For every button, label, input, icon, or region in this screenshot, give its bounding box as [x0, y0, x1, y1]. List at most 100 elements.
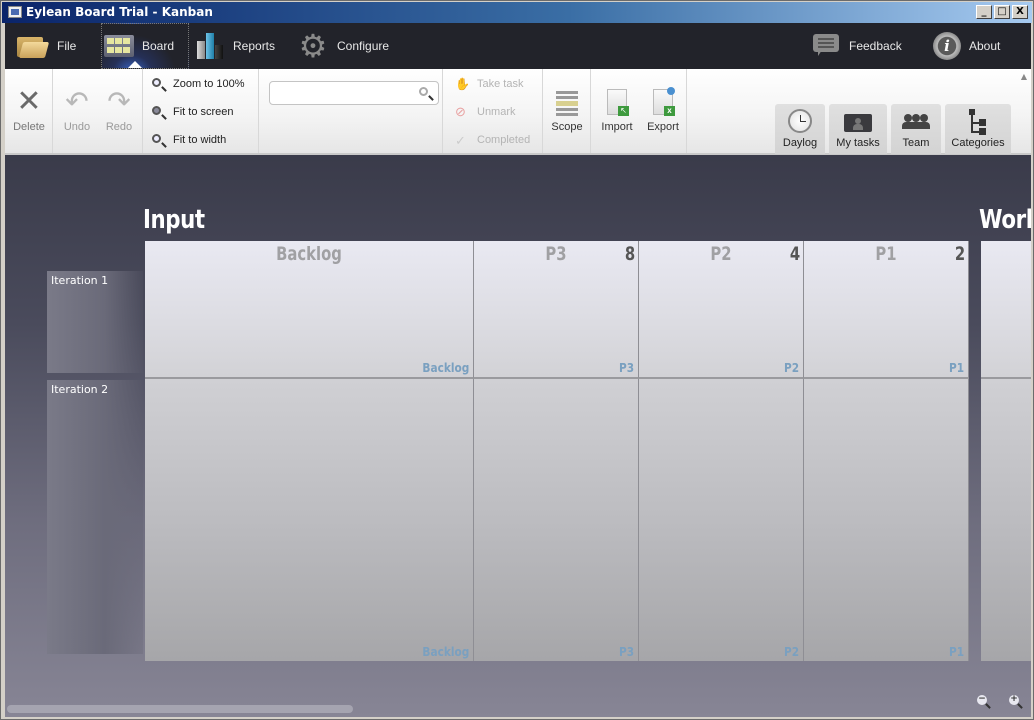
bar-chart-icon	[195, 31, 225, 61]
zoom-out-button[interactable]: −	[977, 695, 991, 709]
gear-icon: ⚙	[298, 28, 328, 64]
nav-about[interactable]: i About	[933, 23, 1000, 69]
board-cell[interactable]: P3 8 P3	[474, 241, 639, 379]
board-cell[interactable]: P2	[639, 379, 804, 661]
speech-bubble-icon	[813, 34, 841, 58]
group-zoom: Zoom to 100% Fit to screen Fit to width	[143, 69, 259, 153]
column-header-backlog: Backlog	[276, 243, 342, 265]
column-header-p3: P3	[545, 243, 567, 265]
take-task-button[interactable]: ✋ Take task	[455, 75, 523, 93]
group-import-export: ↖ Import x Export	[591, 69, 687, 153]
unmark-icon: ⊘	[455, 104, 466, 119]
group-delete: ✕ Delete	[5, 69, 53, 153]
board-icon	[104, 35, 134, 57]
undo-icon: ↶	[65, 86, 89, 117]
cell-tag: P2	[783, 645, 799, 659]
import-icon: ↖	[607, 89, 629, 116]
hierarchy-icon	[969, 109, 987, 137]
window-title: Eylean Board Trial - Kanban	[26, 5, 213, 19]
board-cell[interactable]: Backlog	[145, 379, 474, 661]
zoom-100-button[interactable]: Zoom to 100%	[151, 75, 245, 93]
group-undo-redo: ↶ Undo ↷ Redo	[53, 69, 143, 153]
cell-tag: P3	[618, 361, 634, 375]
minimize-button[interactable]: _	[976, 5, 992, 19]
cell-tag: Backlog	[422, 645, 469, 659]
checkmark-icon: ✓	[455, 133, 466, 148]
wip-limit: 2	[954, 243, 965, 265]
section-title-work: Work	[979, 205, 1031, 235]
nav-about-label: About	[969, 39, 1001, 53]
nav-configure-label: Configure	[337, 39, 390, 53]
app-window: Eylean Board Trial - Kanban _ □ X File B…	[0, 0, 1034, 720]
team-button[interactable]: Team	[891, 104, 941, 154]
hand-icon: ✋	[455, 77, 470, 91]
scope-button[interactable]: Scope	[545, 87, 589, 137]
nav-file[interactable]: File	[15, 23, 76, 69]
search-input[interactable]	[274, 84, 414, 104]
active-pointer	[128, 61, 142, 68]
wip-limit: 4	[789, 243, 800, 265]
daylog-button[interactable]: Daylog	[775, 104, 825, 154]
completed-button[interactable]: ✓ Completed	[455, 131, 530, 149]
my-tasks-button[interactable]: My tasks	[829, 104, 887, 154]
title-bar: Eylean Board Trial - Kanban _ □ X	[2, 2, 1032, 23]
nav-reports[interactable]: Reports	[195, 23, 275, 69]
board-cell[interactable]: P1 2 P1	[804, 241, 969, 379]
window-controls: _ □ X	[976, 5, 1028, 19]
delete-x-icon: ✕	[16, 85, 42, 118]
wip-limit: 8	[624, 243, 635, 265]
categories-button[interactable]: Categories	[945, 104, 1011, 154]
group-task: ✋ Take task ⊘ Unmark ✓ Completed	[443, 69, 543, 153]
section-title-input: Input	[143, 205, 205, 235]
nav-board[interactable]: Board	[101, 23, 189, 69]
team-icon	[902, 114, 930, 130]
group-scope: Scope	[543, 69, 591, 153]
nav-feedback-label: Feedback	[849, 39, 902, 53]
column-header-p2: P2	[710, 243, 732, 265]
fit-to-width-button[interactable]: Fit to width	[151, 131, 226, 149]
kanban-board: Input Work Iteration 1 Iteration 2 Backl…	[5, 155, 1031, 717]
cell-tag: P2	[783, 361, 799, 375]
unmark-button[interactable]: ⊘ Unmark	[455, 103, 516, 121]
horizontal-scrollbar[interactable]	[7, 705, 353, 713]
close-button[interactable]: X	[1012, 5, 1028, 19]
delete-button[interactable]: ✕ Delete	[7, 87, 51, 137]
magnifier-icon	[151, 77, 165, 91]
iteration-row-header[interactable]: Iteration 1	[47, 271, 143, 373]
board-cell[interactable]: Backlog Backlog	[145, 241, 474, 379]
ribbon-toolbar: ✕ Delete ↶ Undo ↷ Redo Zoom to 100% Fit …	[5, 69, 1031, 155]
main-nav: File Board Reports ⚙ Configure Feedback …	[5, 23, 1031, 69]
export-icon: x	[653, 87, 675, 116]
nav-file-label: File	[57, 39, 77, 53]
search-icon	[418, 86, 432, 100]
search-field[interactable]	[269, 81, 439, 105]
group-search	[259, 69, 443, 153]
board-cell[interactable]: P2 4 P2	[639, 241, 804, 379]
cell-tag: Backlog	[422, 361, 469, 375]
export-button[interactable]: x Export	[641, 87, 685, 137]
nav-reports-label: Reports	[233, 39, 276, 53]
redo-button[interactable]: ↷ Redo	[97, 87, 141, 137]
board-cell-work[interactable]	[981, 379, 1031, 661]
board-cell-work[interactable]	[981, 241, 1031, 379]
collapse-ribbon-icon[interactable]: ▲	[1021, 72, 1027, 81]
nav-feedback[interactable]: Feedback	[813, 23, 902, 69]
maximize-button[interactable]: □	[994, 5, 1010, 19]
redo-icon: ↷	[107, 86, 131, 117]
folder-icon	[15, 31, 49, 61]
board-cell[interactable]: P3	[474, 379, 639, 661]
nav-configure[interactable]: ⚙ Configure	[297, 23, 389, 69]
magnifier-width-icon	[151, 133, 165, 147]
app-icon	[8, 6, 22, 18]
fit-to-screen-button[interactable]: Fit to screen	[151, 103, 234, 121]
iteration-row-header[interactable]: Iteration 2	[47, 380, 143, 654]
info-icon: i	[933, 32, 961, 60]
zoom-in-button[interactable]: +	[1009, 695, 1023, 709]
cell-tag: P3	[618, 645, 634, 659]
board-cell[interactable]: P1	[804, 379, 969, 661]
clock-icon	[788, 109, 812, 133]
import-button[interactable]: ↖ Import	[595, 87, 639, 137]
column-header-p1: P1	[875, 243, 897, 265]
cell-tag: P1	[948, 645, 964, 659]
nav-board-label: Board	[142, 39, 175, 53]
